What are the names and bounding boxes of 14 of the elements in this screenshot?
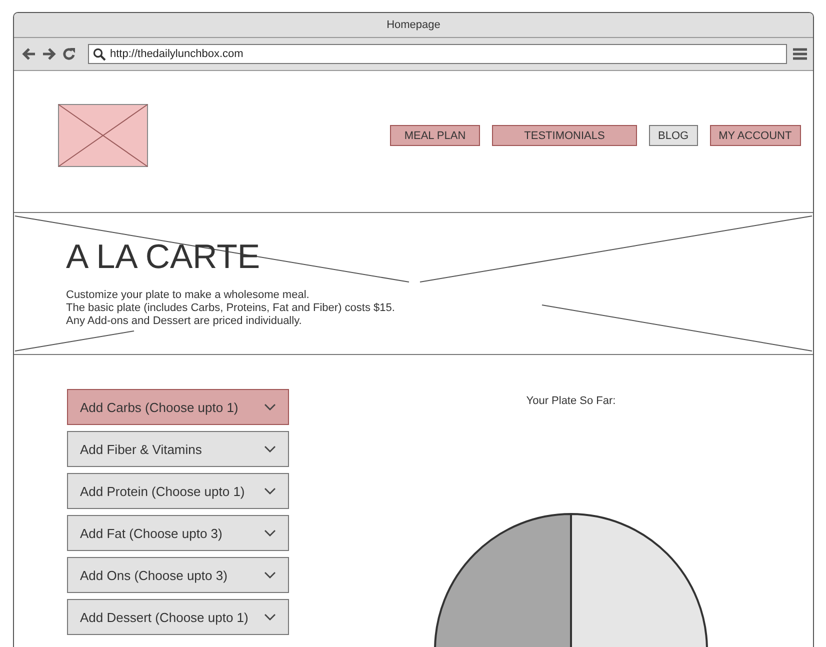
nav-button[interactable]: TESTIMONIALS (492, 125, 637, 146)
accordion-header[interactable]: Add Ons (Choose upto 3) (67, 557, 289, 593)
accordion-header[interactable]: Add Dessert (Choose upto 1) (67, 599, 289, 635)
nav-button[interactable]: MEAL PLAN (390, 125, 480, 146)
nav-button[interactable]: MY ACCOUNT (710, 125, 801, 146)
nav-button[interactable]: BLOG (649, 125, 698, 146)
window-title: Homepage (386, 19, 440, 31)
section-heading: Your Plate So Far: (526, 395, 616, 407)
accordion-header[interactable]: Add Protein (Choose upto 1) (67, 473, 289, 509)
address-bar[interactable]: http://thedailylunchbox.com (88, 44, 787, 64)
accordion-header[interactable]: Add Fat (Choose upto 3) (67, 515, 289, 551)
accordion-header[interactable]: Add Carbs (Choose upto 1) (67, 389, 289, 425)
accordion-header[interactable]: Add Fiber & Vitamins (67, 431, 289, 467)
page-heading: A LA CARTE (66, 237, 260, 277)
